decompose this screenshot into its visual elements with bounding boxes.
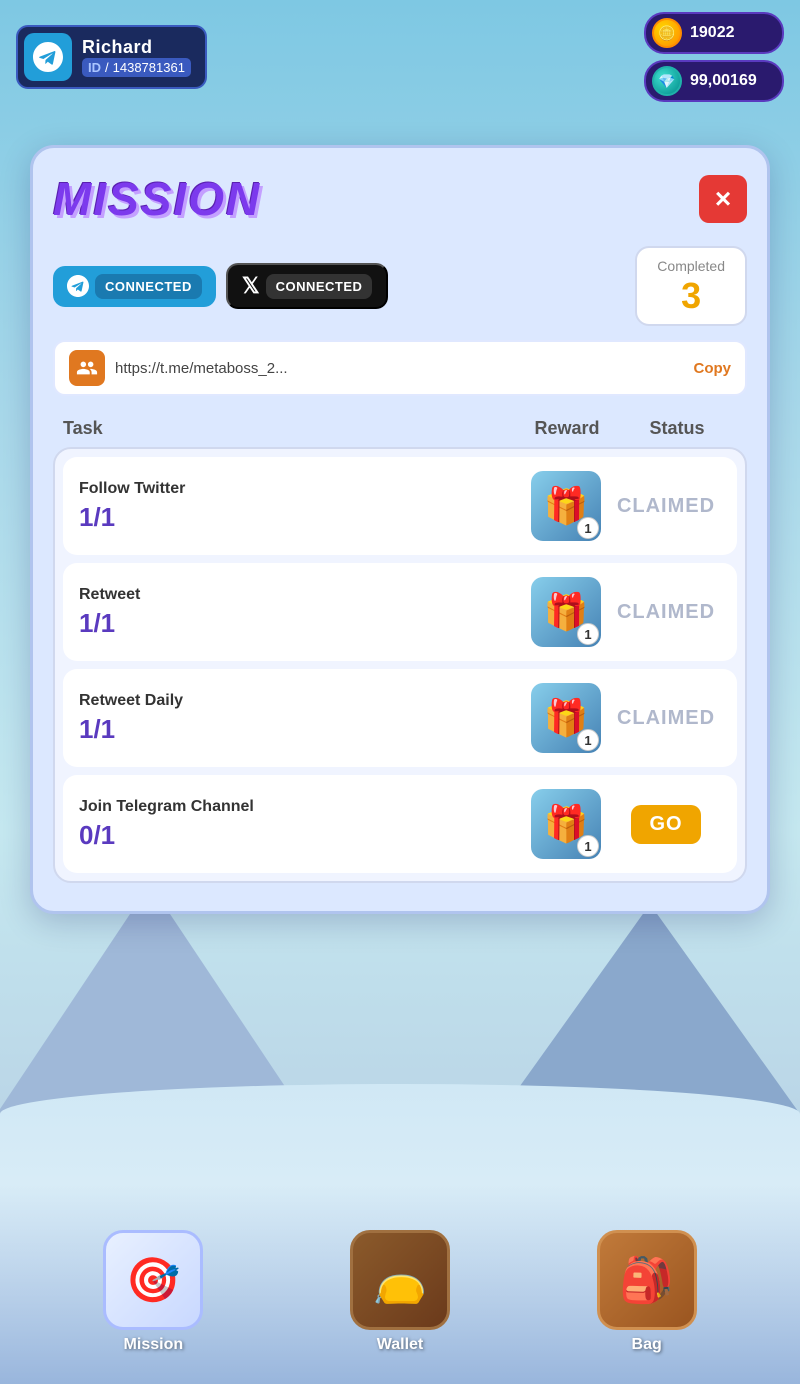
completed-count: 3 <box>657 278 725 314</box>
nav-item-mission[interactable]: 🎯 Mission <box>103 1230 203 1354</box>
gem-icon: 💎 <box>652 66 682 96</box>
coins-value: 19022 <box>690 24 735 42</box>
user-id-row: ID / 1438781361 <box>82 58 191 77</box>
currency-area: 🪙 19022 💎 99,00169 <box>644 12 784 102</box>
task-name: Retweet <box>79 586 521 604</box>
task-progress: 0/1 <box>79 820 521 851</box>
task-progress: 1/1 <box>79 608 521 639</box>
completed-label: Completed <box>657 258 725 274</box>
gems-value: 99,00169 <box>690 72 757 90</box>
telegram-avatar-icon <box>24 33 72 81</box>
task-name: Join Telegram Channel <box>79 798 521 816</box>
task-status: CLAIMED <box>611 707 721 730</box>
connections-row: CONNECTED 𝕏 CONNECTED Completed 3 <box>53 246 747 326</box>
id-separator: / <box>105 60 109 75</box>
task-row: Follow Twitter 1/1 🎁 1 CLAIMED <box>63 457 737 555</box>
task-header: Task <box>63 418 517 439</box>
x-connect-button[interactable]: 𝕏 CONNECTED <box>226 263 389 309</box>
mission-icon-box: 🎯 <box>103 1230 203 1330</box>
bag-icon-box: 🎒 <box>597 1230 697 1330</box>
mission-nav-label: Mission <box>124 1336 184 1354</box>
referral-link-text: https://t.me/metaboss_2... <box>115 360 684 377</box>
go-button[interactable]: GO <box>631 805 700 844</box>
task-progress: 1/1 <box>79 714 521 745</box>
claimed-status: CLAIMED <box>617 601 715 623</box>
task-progress: 1/1 <box>79 502 521 533</box>
username: Richard <box>82 37 191 58</box>
claimed-status: CLAIMED <box>617 495 715 517</box>
bottom-nav: 🎯 Mission 👝 Wallet 🎒 Bag <box>0 1184 800 1384</box>
task-info: Follow Twitter 1/1 <box>79 480 521 533</box>
table-headers: Task Reward Status <box>53 418 747 439</box>
task-row: Join Telegram Channel 0/1 🎁 1 GO <box>63 775 737 873</box>
task-status: CLAIMED <box>611 495 721 518</box>
task-status: CLAIMED <box>611 601 721 624</box>
coins-bar: 🪙 19022 <box>644 12 784 54</box>
chest-reward-icon: 🎁 1 <box>531 471 601 541</box>
chest-reward-icon: 🎁 1 <box>531 683 601 753</box>
nav-item-wallet[interactable]: 👝 Wallet <box>350 1230 450 1354</box>
task-info: Join Telegram Channel 0/1 <box>79 798 521 851</box>
task-row: Retweet Daily 1/1 🎁 1 CLAIMED <box>63 669 737 767</box>
task-row: Retweet 1/1 🎁 1 CLAIMED <box>63 563 737 661</box>
task-info: Retweet 1/1 <box>79 586 521 639</box>
x-connected-label: CONNECTED <box>266 274 373 299</box>
task-status-go[interactable]: GO <box>611 805 721 844</box>
telegram-connect-button[interactable]: CONNECTED <box>53 266 216 307</box>
telegram-small-icon <box>67 275 89 297</box>
nav-item-bag[interactable]: 🎒 Bag <box>597 1230 697 1354</box>
user-id-box: ID / 1438781361 <box>82 58 191 77</box>
id-label: ID <box>88 60 101 75</box>
gems-bar: 💎 99,00169 <box>644 60 784 102</box>
chest-reward-icon: 🎁 1 <box>531 789 601 859</box>
modal-title: MISSION <box>53 172 261 226</box>
claimed-status: CLAIMED <box>617 707 715 729</box>
wallet-icon-box: 👝 <box>350 1230 450 1330</box>
close-button[interactable]: × <box>699 175 747 223</box>
referral-icon <box>69 350 105 386</box>
status-header: Status <box>617 418 737 439</box>
telegram-connected-label: CONNECTED <box>95 274 202 299</box>
id-value: 1438781361 <box>113 60 185 75</box>
task-info: Retweet Daily 1/1 <box>79 692 521 745</box>
x-icon: 𝕏 <box>242 273 260 299</box>
task-name: Retweet Daily <box>79 692 521 710</box>
completed-box: Completed 3 <box>635 246 747 326</box>
modal-title-row: MISSION × <box>53 172 747 226</box>
task-list: Follow Twitter 1/1 🎁 1 CLAIMED Retweet 1… <box>53 447 747 883</box>
task-name: Follow Twitter <box>79 480 521 498</box>
mission-modal: MISSION × CONNECTED 𝕏 CONNECTED Complete… <box>30 145 770 914</box>
copy-button[interactable]: Copy <box>694 360 732 377</box>
referral-row: https://t.me/metaboss_2... Copy <box>53 340 747 396</box>
bag-nav-label: Bag <box>632 1336 662 1354</box>
user-profile: Richard ID / 1438781361 <box>16 25 207 89</box>
header-bar: Richard ID / 1438781361 🪙 19022 💎 99,001… <box>0 0 800 114</box>
user-info: Richard ID / 1438781361 <box>82 37 191 77</box>
coin-icon: 🪙 <box>652 18 682 48</box>
add-user-icon <box>76 357 98 379</box>
reward-header: Reward <box>517 418 617 439</box>
chest-reward-icon: 🎁 1 <box>531 577 601 647</box>
wallet-nav-label: Wallet <box>377 1336 424 1354</box>
